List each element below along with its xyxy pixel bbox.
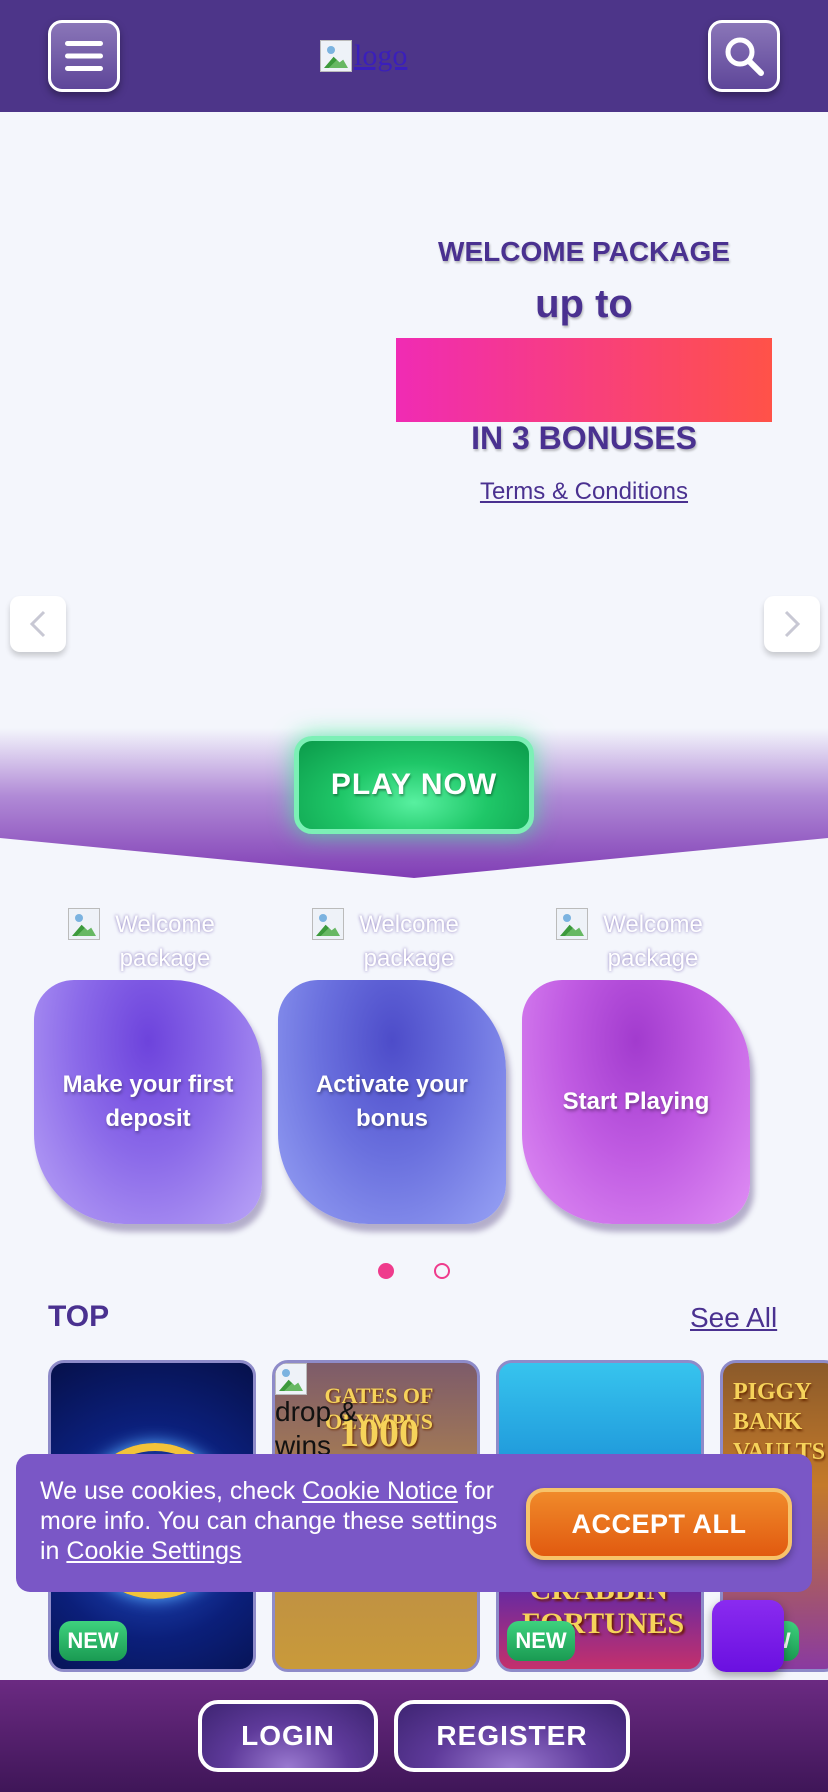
step-2-image: Welcome package — [312, 908, 472, 972]
drop-wins-image: drop & wins — [275, 1363, 395, 1463]
cookie-notice-link[interactable]: Cookie Notice — [302, 1477, 458, 1505]
step-3-label: Start Playing — [562, 1088, 710, 1115]
terms-link[interactable]: Terms & Conditions — [390, 478, 778, 506]
step-3-image: Welcome package — [556, 908, 716, 972]
chat-button[interactable] — [712, 1600, 784, 1672]
menu-button[interactable] — [48, 20, 120, 92]
promo-amount-highlight — [396, 338, 772, 422]
new-badge: NEW — [507, 1621, 575, 1661]
cookie-message: We use cookies, check Cookie Notice for … — [40, 1476, 520, 1566]
search-button[interactable] — [708, 20, 780, 92]
step-card-activate: Activate your bonus — [278, 980, 506, 1224]
step-3-image-alt: Welcome package — [603, 911, 703, 972]
accept-all-button[interactable]: ACCEPT ALL — [526, 1488, 792, 1560]
pager-dot-2[interactable] — [434, 1263, 450, 1279]
logo-alt-text: logo — [354, 39, 408, 72]
promo-up-to: up to — [535, 282, 633, 326]
play-now-button[interactable]: PLAY NOW — [294, 736, 534, 834]
hamburger-icon — [65, 41, 103, 71]
chevron-right-icon — [784, 610, 801, 638]
broken-image-icon — [556, 908, 588, 940]
search-icon — [725, 37, 764, 76]
logo-link[interactable]: logo — [320, 38, 407, 74]
step-1-image: Welcome package — [68, 908, 228, 972]
pager-dot-1[interactable] — [378, 1263, 394, 1279]
login-button[interactable]: LOGIN — [198, 1700, 378, 1772]
bottom-action-bar: LOGIN REGISTER — [0, 1680, 828, 1792]
new-badge: NEW — [59, 1621, 127, 1661]
top-header: logo — [0, 0, 828, 112]
broken-image-icon — [275, 1363, 307, 1395]
chevron-left-icon — [29, 610, 46, 638]
step-1-image-alt: Welcome package — [115, 911, 215, 972]
drop-wins-alt: drop & wins — [275, 1396, 358, 1461]
carousel-next-button[interactable] — [764, 596, 820, 652]
promo-pretitle: WELCOME PACKAGE — [438, 236, 730, 267]
promo-posttitle: IN 3 BONUSES — [471, 420, 697, 456]
carousel-prev-button[interactable] — [10, 596, 66, 652]
step-card-deposit: Make your first deposit — [34, 980, 262, 1224]
register-button[interactable]: REGISTER — [394, 1700, 630, 1772]
cookie-text-1: We use cookies, check — [40, 1477, 303, 1505]
step-card-play: Start Playing — [522, 980, 750, 1224]
step-2-label: Activate your bonus — [315, 1071, 469, 1132]
broken-image-icon — [320, 40, 352, 72]
see-all-link[interactable]: See All — [690, 1302, 777, 1334]
cookie-settings-link[interactable]: Cookie Settings — [66, 1537, 241, 1565]
step-1-label: Make your first deposit — [62, 1071, 234, 1132]
cookie-banner: We use cookies, check Cookie Notice for … — [16, 1454, 812, 1592]
broken-image-icon — [68, 908, 100, 940]
broken-image-icon — [312, 908, 344, 940]
section-title-top: TOP — [48, 1300, 110, 1333]
step-2-image-alt: Welcome package — [359, 911, 459, 972]
